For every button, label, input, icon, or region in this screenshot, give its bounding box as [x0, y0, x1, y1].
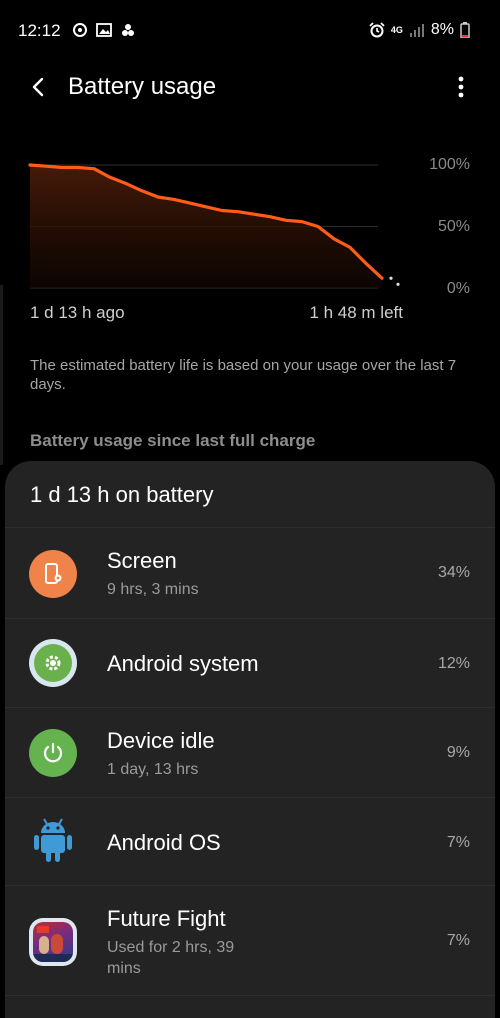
x-label-start: 1 d 13 h ago: [30, 303, 125, 322]
power-icon: [29, 729, 77, 777]
back-arrow-icon: [32, 77, 44, 97]
future-fight-app-icon: [29, 918, 77, 966]
scroll-edge: [0, 285, 3, 465]
battery-icon: [460, 22, 476, 39]
row-sub: Used for 2 hrs, 39 mins: [107, 939, 235, 977]
row-percent: 7%: [446, 834, 470, 851]
row-name: Android OS: [107, 830, 221, 855]
status-time: 12:12: [18, 21, 61, 40]
row-sub: 9 hrs, 3 mins: [107, 581, 199, 598]
y-tick-0: 0%: [446, 280, 470, 297]
usage-row-future-fight[interactable]: Future Fight Used for 2 hrs, 39 mins 7%: [5, 885, 495, 995]
page-title: Battery usage: [68, 73, 217, 100]
app-bar: Battery usage: [0, 62, 500, 112]
row-name: Future Fight: [107, 906, 226, 931]
card-title: 1 d 13 h on battery: [30, 482, 214, 507]
battery-chart-plot: [28, 163, 400, 289]
back-button[interactable]: [22, 70, 56, 104]
sync-icon: [72, 22, 88, 38]
row-percent: 9%: [446, 744, 470, 761]
row-sub: 1 day, 13 hrs: [107, 761, 199, 778]
projection-dot: [389, 276, 393, 280]
row-name: Device idle: [107, 728, 215, 753]
usage-row-partial[interactable]: [5, 995, 495, 1018]
gallery-icon: [96, 22, 112, 38]
x-label-end: 1 h 48 m left: [309, 303, 403, 322]
row-percent: 12%: [437, 655, 470, 672]
fan-icon: [120, 22, 136, 38]
more-options-button[interactable]: [444, 70, 478, 104]
screen-settings-icon: [29, 550, 77, 598]
estimate-text: The estimated battery life is based on y…: [30, 357, 457, 393]
battery-chart: 100% 50% 0% 1 d 13 h ago 1 h 48 m left: [0, 140, 500, 330]
usage-row-screen[interactable]: Screen 9 hrs, 3 mins 34%: [5, 527, 495, 618]
usage-card: 1 d 13 h on battery Screen 9 hrs, 3 mins…: [5, 461, 495, 1018]
alarm-icon: [369, 22, 385, 38]
gear-icon: [29, 639, 77, 687]
usage-row-android-system[interactable]: Android system 12%: [5, 618, 495, 707]
usage-row-device-idle[interactable]: Device idle 1 day, 13 hrs 9%: [5, 707, 495, 797]
battery-percent: 8%: [430, 21, 454, 38]
y-tick-100: 100%: [429, 156, 470, 173]
row-percent: 34%: [437, 564, 470, 581]
android-icon: [29, 816, 77, 864]
projection-dot: [396, 282, 400, 286]
section-label: Battery usage since last full charge: [30, 431, 316, 450]
row-name: Android system: [107, 651, 259, 676]
row-name: Screen: [107, 548, 177, 573]
y-tick-50: 50%: [437, 218, 470, 235]
network-type: 4G: [390, 24, 403, 35]
status-bar: 12:12 4G 8%: [0, 0, 500, 62]
signal-icon: [409, 22, 425, 38]
row-percent: 7%: [446, 932, 470, 949]
usage-row-android-os[interactable]: Android OS 7%: [5, 797, 495, 885]
more-vert-icon: [458, 76, 464, 98]
